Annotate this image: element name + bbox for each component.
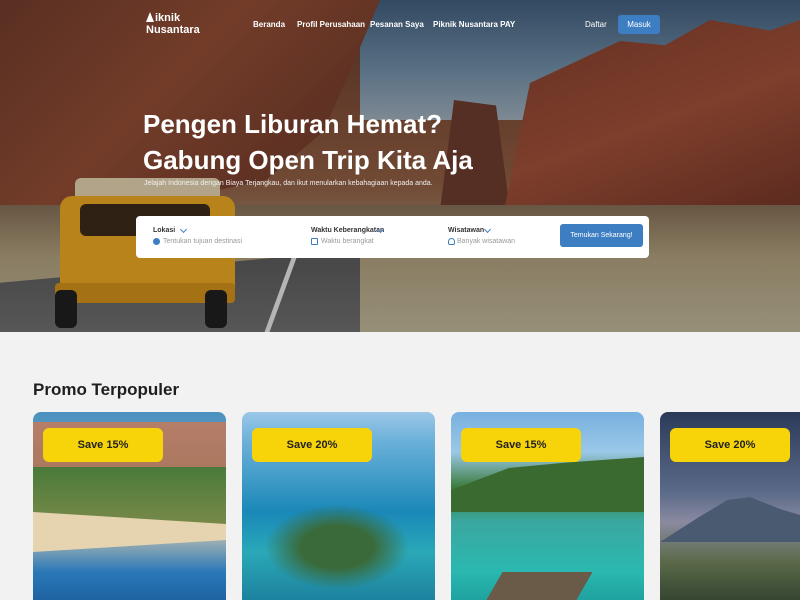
logo-text-line1: iknik bbox=[155, 12, 181, 24]
logo-text-line2: Nusantara bbox=[146, 24, 200, 36]
card-photo-islands bbox=[252, 497, 422, 597]
travelers-field[interactable]: Banyak wisatawan bbox=[457, 238, 515, 245]
login-button[interactable]: Masuk bbox=[618, 15, 660, 34]
trip-search-bar: Lokasi Tentukan tujuan destinasi Waktu K… bbox=[136, 216, 649, 258]
promo-card-lagoon[interactable]: Save 15% bbox=[451, 412, 644, 600]
departure-field[interactable]: Waktu berangkat bbox=[321, 238, 374, 245]
discount-badge: Save 15% bbox=[461, 428, 581, 462]
hero-headline-line1: Pengen Liburan Hemat? bbox=[143, 109, 443, 139]
departure-label[interactable]: Waktu Keberangkatan bbox=[311, 227, 384, 234]
find-now-button[interactable]: Temukan Sekarang! bbox=[560, 224, 643, 247]
promo-card-mountain[interactable]: Save 20% bbox=[660, 412, 800, 600]
globe-icon bbox=[153, 238, 160, 245]
people-icon bbox=[448, 238, 455, 245]
hero-headline-line2: Gabung Open Trip Kita Aja bbox=[143, 145, 473, 175]
nav-link-pesanan[interactable]: Pesanan Saya bbox=[370, 20, 424, 29]
discount-badge: Save 15% bbox=[43, 428, 163, 462]
travelers-label[interactable]: Wisatawan bbox=[448, 227, 484, 234]
card-photo-mountain bbox=[660, 497, 800, 542]
nav-link-profil[interactable]: Profil Perusahaan bbox=[297, 20, 365, 29]
hero-subtitle: Jelajah Indonesia dengan Biaya Terjangka… bbox=[144, 180, 433, 187]
promo-card-bali[interactable]: Save 15% bbox=[33, 412, 226, 600]
card-photo-hill bbox=[451, 457, 644, 512]
top-navbar: iknik Nusantara Beranda Profil Perusahaa… bbox=[0, 0, 800, 50]
discount-badge: Save 20% bbox=[252, 428, 372, 462]
promo-card-islands[interactable]: Save 20% bbox=[242, 412, 435, 600]
promo-section-title: Promo Terpopuler bbox=[33, 380, 180, 399]
card-photo-dock bbox=[479, 572, 593, 600]
nav-link-beranda[interactable]: Beranda bbox=[253, 20, 285, 29]
travelers-chevron-down-icon[interactable] bbox=[483, 225, 492, 234]
mountain-logo-icon bbox=[146, 12, 154, 22]
location-field[interactable]: Tentukan tujuan destinasi bbox=[163, 238, 242, 245]
nav-link-pay[interactable]: Piknik Nusantara PAY bbox=[433, 20, 515, 29]
calendar-icon bbox=[311, 238, 318, 245]
hero-headline: Pengen Liburan Hemat? Gabung Open Trip K… bbox=[143, 106, 623, 178]
register-button[interactable]: Daftar bbox=[585, 20, 607, 29]
location-label[interactable]: Lokasi bbox=[153, 227, 175, 234]
brand-logo[interactable]: iknik Nusantara bbox=[146, 12, 200, 36]
location-chevron-down-icon[interactable] bbox=[179, 225, 188, 234]
discount-badge: Save 20% bbox=[670, 428, 790, 462]
